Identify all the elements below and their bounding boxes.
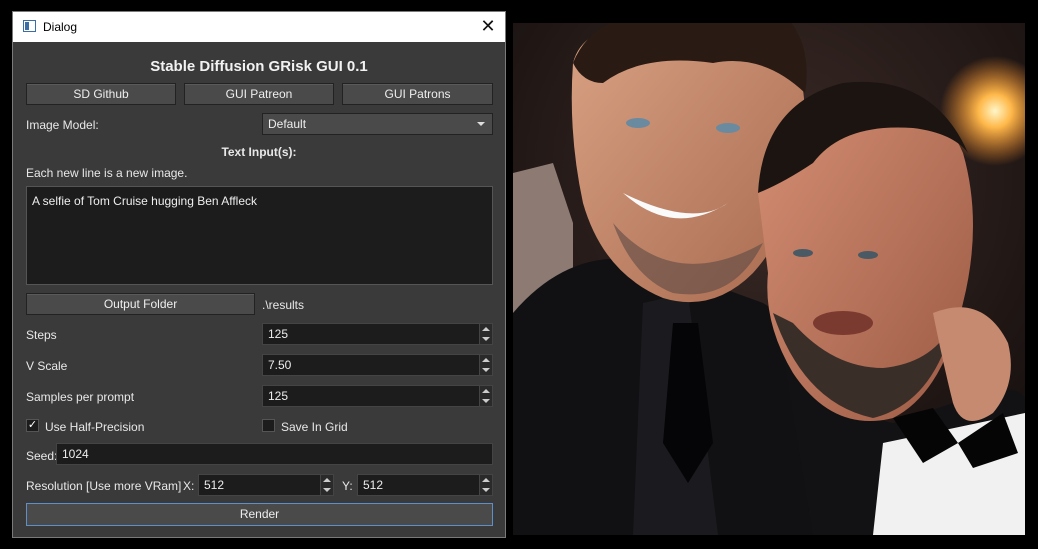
resolution-x-spinbox[interactable]: 512 <box>198 474 334 496</box>
arrow-down-icon[interactable] <box>482 368 490 372</box>
v-scale-value: 7.50 <box>268 358 292 372</box>
steps-value: 125 <box>268 327 289 341</box>
arrow-down-icon[interactable] <box>482 488 490 492</box>
arrow-up-icon[interactable] <box>482 389 490 393</box>
v-scale-stepper[interactable] <box>479 355 492 375</box>
samples-spinbox[interactable]: 125 <box>262 385 493 407</box>
resolution-y-label: Y: <box>342 479 353 493</box>
v-scale-label: V Scale <box>26 359 68 373</box>
samples-label: Samples per prompt <box>26 390 135 404</box>
window-icon <box>23 20 36 32</box>
image-model-value: Default <box>268 117 307 131</box>
text-inputs-hint: Each new line is a new image. <box>26 166 188 180</box>
arrow-down-icon[interactable] <box>482 337 490 341</box>
steps-spinbox[interactable]: 125 <box>262 323 493 345</box>
window-title: Dialog <box>43 20 78 34</box>
resolution-x-label: X: <box>183 479 195 493</box>
resolution-x-value: 512 <box>204 478 225 492</box>
save-grid-checkbox[interactable] <box>262 419 275 432</box>
gui-patrons-button[interactable]: GUI Patrons <box>342 83 493 105</box>
resolution-y-stepper[interactable] <box>479 475 492 495</box>
output-folder-path: .\results <box>262 298 305 312</box>
image-model-select[interactable]: Default <box>262 113 493 135</box>
seed-input[interactable]: 1024 <box>56 443 493 465</box>
half-precision-label: Use Half-Precision <box>45 420 145 434</box>
dialog-content: Stable Diffusion GRisk GUI 0.1 SD Github… <box>13 42 505 537</box>
sd-github-button[interactable]: SD Github <box>26 83 176 105</box>
half-precision-checkbox[interactable]: ✓ <box>26 419 39 432</box>
prompt-textarea[interactable]: A selfie of Tom Cruise hugging Ben Affle… <box>26 186 493 285</box>
output-folder-button[interactable]: Output Folder <box>26 293 255 315</box>
image-model-label: Image Model: <box>26 118 99 132</box>
dialog-window: Dialog ✕ Stable Diffusion GRisk GUI 0.1 … <box>12 11 506 538</box>
arrow-up-icon[interactable] <box>323 478 331 482</box>
resolution-x-stepper[interactable] <box>320 475 333 495</box>
save-grid-label: Save In Grid <box>281 420 348 434</box>
samples-stepper[interactable] <box>479 386 492 406</box>
steps-label: Steps <box>26 328 57 342</box>
generated-image-illustration <box>513 23 1025 535</box>
resolution-label: Resolution [Use more VRam] <box>26 479 182 493</box>
resolution-y-spinbox[interactable]: 512 <box>357 474 493 496</box>
arrow-down-icon[interactable] <box>323 488 331 492</box>
arrow-up-icon[interactable] <box>482 327 490 331</box>
generated-image <box>513 23 1025 535</box>
render-button[interactable]: Render <box>26 503 493 526</box>
arrow-up-icon[interactable] <box>482 478 490 482</box>
arrow-up-icon[interactable] <box>482 358 490 362</box>
seed-label: Seed: <box>26 449 58 463</box>
gui-patreon-button[interactable]: GUI Patreon <box>184 83 334 105</box>
arrow-down-icon[interactable] <box>482 399 490 403</box>
text-inputs-heading: Text Input(s): <box>221 145 297 159</box>
steps-stepper[interactable] <box>479 324 492 344</box>
samples-value: 125 <box>268 389 289 403</box>
app-heading: Stable Diffusion GRisk GUI 0.1 <box>150 58 368 75</box>
v-scale-spinbox[interactable]: 7.50 <box>262 354 493 376</box>
resolution-y-value: 512 <box>363 478 384 492</box>
title-bar: Dialog ✕ <box>13 12 505 42</box>
chevron-down-icon <box>477 122 485 126</box>
close-button[interactable]: ✕ <box>471 12 505 42</box>
